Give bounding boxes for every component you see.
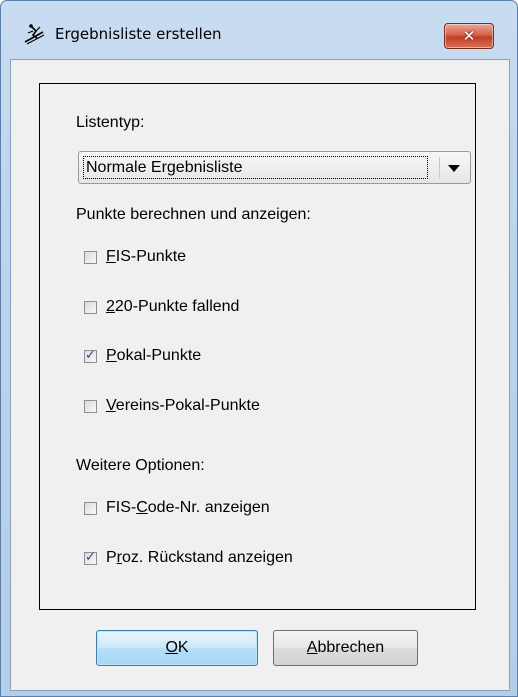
checkbox-label[interactable]: FIS-Punkte bbox=[106, 248, 186, 266]
checkbox-label[interactable]: 220-Punkte fallend bbox=[106, 298, 239, 316]
checkbox-box[interactable] bbox=[84, 301, 97, 314]
close-button[interactable]: ✕ bbox=[444, 23, 494, 49]
close-icon: ✕ bbox=[462, 27, 476, 45]
dialog-window: Ergebnisliste erstellen ✕ Listentyp: Nor… bbox=[0, 0, 518, 697]
checkbox-label[interactable]: Vereins-Pokal-Punkte bbox=[106, 397, 260, 415]
checkbox-box[interactable] bbox=[84, 502, 97, 515]
checkbox-label[interactable]: FIS-Code-Nr. anzeigen bbox=[106, 499, 270, 517]
checkbox-box[interactable] bbox=[84, 251, 97, 264]
list-type-dropdown[interactable]: Normale Ergebnisliste bbox=[78, 151, 471, 184]
options-panel: Listentyp: Normale Ergebnisliste Punkte … bbox=[39, 83, 476, 610]
list-type-label: Listentyp: bbox=[76, 114, 145, 131]
cancel-button-label: Abbrechen bbox=[306, 639, 385, 656]
checkbox-label[interactable]: Proz. Rückstand anzeigen bbox=[106, 549, 293, 567]
window-title: Ergebnisliste erstellen bbox=[55, 25, 222, 43]
dropdown-separator bbox=[439, 157, 440, 179]
dialog-client-area: Listentyp: Normale Ergebnisliste Punkte … bbox=[10, 59, 510, 691]
checkbox-box-checked[interactable] bbox=[84, 550, 97, 565]
checkbox-box-checked[interactable] bbox=[84, 348, 97, 363]
ok-button[interactable]: OK bbox=[96, 630, 258, 666]
checkbox-label[interactable]: Pokal-Punkte bbox=[106, 347, 201, 365]
points-section-label: Punkte berechnen und anzeigen: bbox=[76, 206, 311, 223]
list-type-selected-value: Normale Ergebnisliste bbox=[83, 156, 428, 179]
checkbox-box[interactable] bbox=[84, 400, 97, 413]
cancel-button[interactable]: Abbrechen bbox=[273, 630, 418, 666]
ok-button-label: OK bbox=[165, 639, 189, 656]
more-options-label: Weitere Optionen: bbox=[76, 457, 205, 474]
title-bar[interactable]: Ergebnisliste erstellen ✕ bbox=[1, 1, 517, 49]
chevron-down-icon[interactable] bbox=[448, 165, 460, 172]
skier-app-icon bbox=[24, 24, 45, 45]
